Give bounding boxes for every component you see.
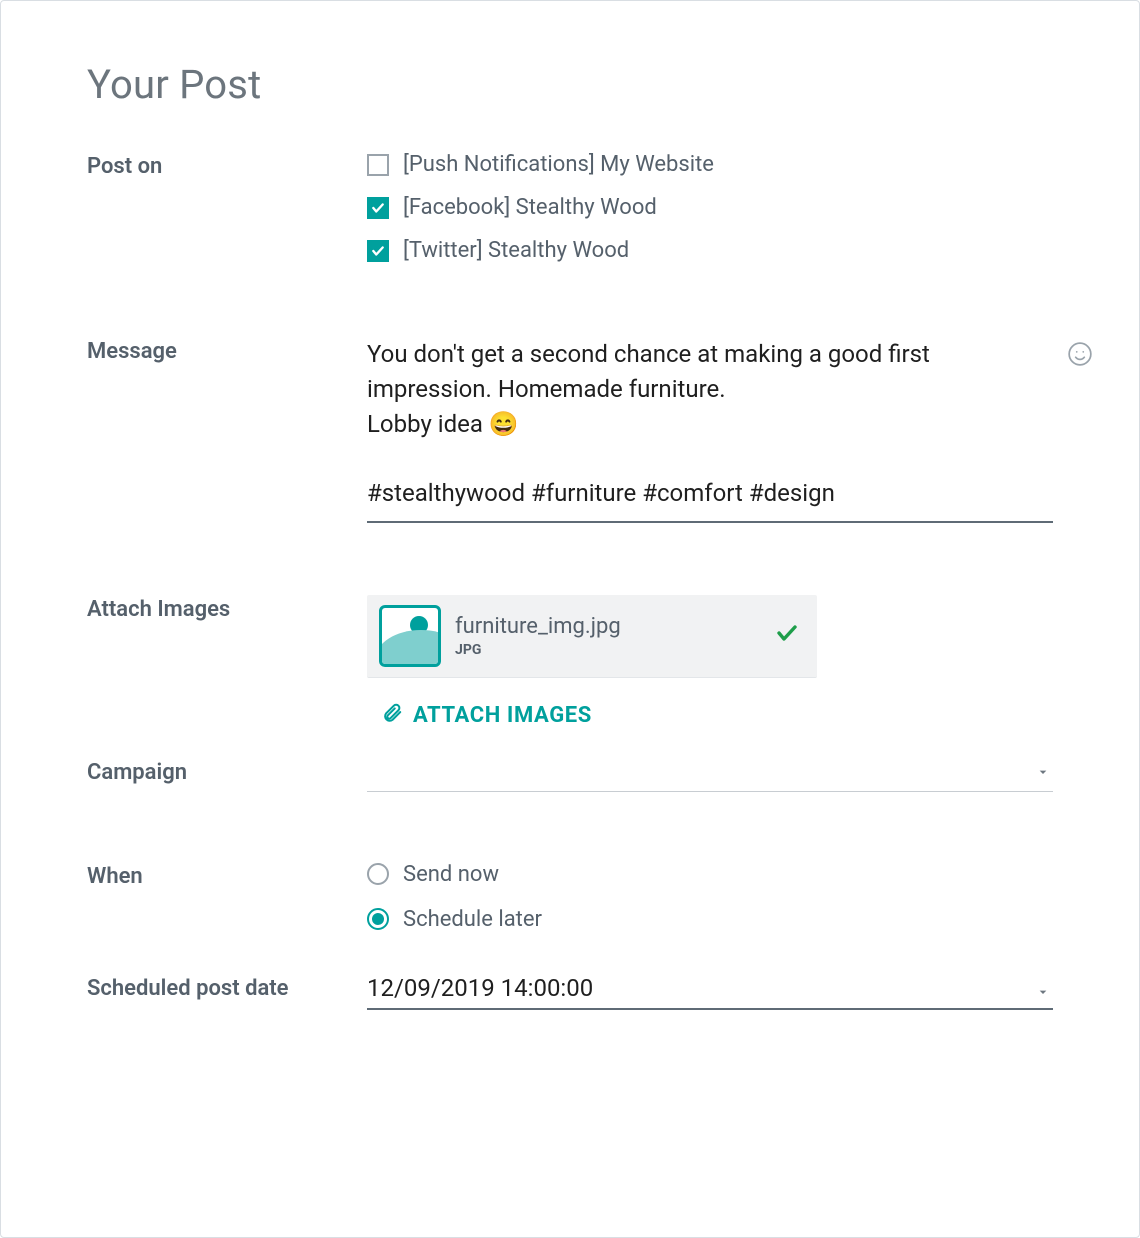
paperclip-icon [381,702,403,730]
upload-success-icon [775,621,799,650]
attachment-meta: furniture_img.jpg JPG [455,614,775,658]
field-post-on: Post on [Push Notifications] My Website … [87,152,1053,281]
post-form-panel: Your Post Post on [Push Notifications] M… [0,0,1140,1238]
campaign-select[interactable] [367,758,1053,792]
chevron-down-icon [1035,978,1051,1006]
attach-images-label: ATTACH IMAGES [413,703,592,728]
campaign-wrapper [367,758,1053,792]
checkbox-label: [Twitter] Stealthy Wood [403,238,629,263]
checkbox-label: [Facebook] Stealthy Wood [403,195,657,220]
checkbox-label: [Push Notifications] My Website [403,152,714,177]
page-title: Your Post [87,61,1053,108]
radio-send-now[interactable]: Send now [367,862,1053,887]
checkbox-facebook[interactable]: [Facebook] Stealthy Wood [367,195,1053,220]
label-when: When [87,862,367,889]
attach-images-button[interactable]: ATTACH IMAGES [381,702,592,730]
checkbox-push-notifications[interactable]: [Push Notifications] My Website [367,152,1053,177]
checkbox-icon [367,197,389,219]
attachment-filename: furniture_img.jpg [455,614,775,640]
label-campaign: Campaign [87,758,367,785]
message-input[interactable]: You don't get a second chance at making … [367,337,1053,523]
radio-schedule-later[interactable]: Schedule later [367,907,1053,932]
post-on-options: [Push Notifications] My Website [Faceboo… [367,152,1053,281]
scheduled-date-value: 12/09/2019 14:00:00 [367,974,593,1002]
emoji-picker-button[interactable] [1067,341,1093,367]
field-message: Message You don't get a second chance at… [87,337,1053,523]
field-when: When Send now Schedule later [87,862,1053,952]
checkbox-icon [367,154,389,176]
field-attach-images: Attach Images furniture_img.jpg JPG [87,595,1053,730]
radio-icon [367,908,389,930]
checkbox-twitter[interactable]: [Twitter] Stealthy Wood [367,238,1053,263]
label-message: Message [87,337,367,364]
attach-wrapper: furniture_img.jpg JPG ATTACH IMAGES [367,595,1053,730]
field-scheduled-date: Scheduled post date 12/09/2019 14:00:00 [87,974,1053,1010]
image-thumbnail-icon [379,605,441,667]
label-attach-images: Attach Images [87,595,367,622]
when-options: Send now Schedule later [367,862,1053,952]
radio-icon [367,863,389,885]
chevron-down-icon [1035,764,1051,785]
field-campaign: Campaign [87,758,1053,792]
label-scheduled-date: Scheduled post date [87,974,367,1001]
checkbox-icon [367,240,389,262]
radio-label: Send now [403,862,499,887]
label-post-on: Post on [87,152,367,179]
attachment-ext: JPG [455,642,775,658]
radio-label: Schedule later [403,907,542,932]
message-wrapper: You don't get a second chance at making … [367,337,1053,523]
scheduled-date-input[interactable]: 12/09/2019 14:00:00 [367,974,1053,1010]
attachment-item[interactable]: furniture_img.jpg JPG [367,595,817,678]
scheduled-wrapper: 12/09/2019 14:00:00 [367,974,1053,1010]
message-text: You don't get a second chance at making … [367,337,1013,511]
